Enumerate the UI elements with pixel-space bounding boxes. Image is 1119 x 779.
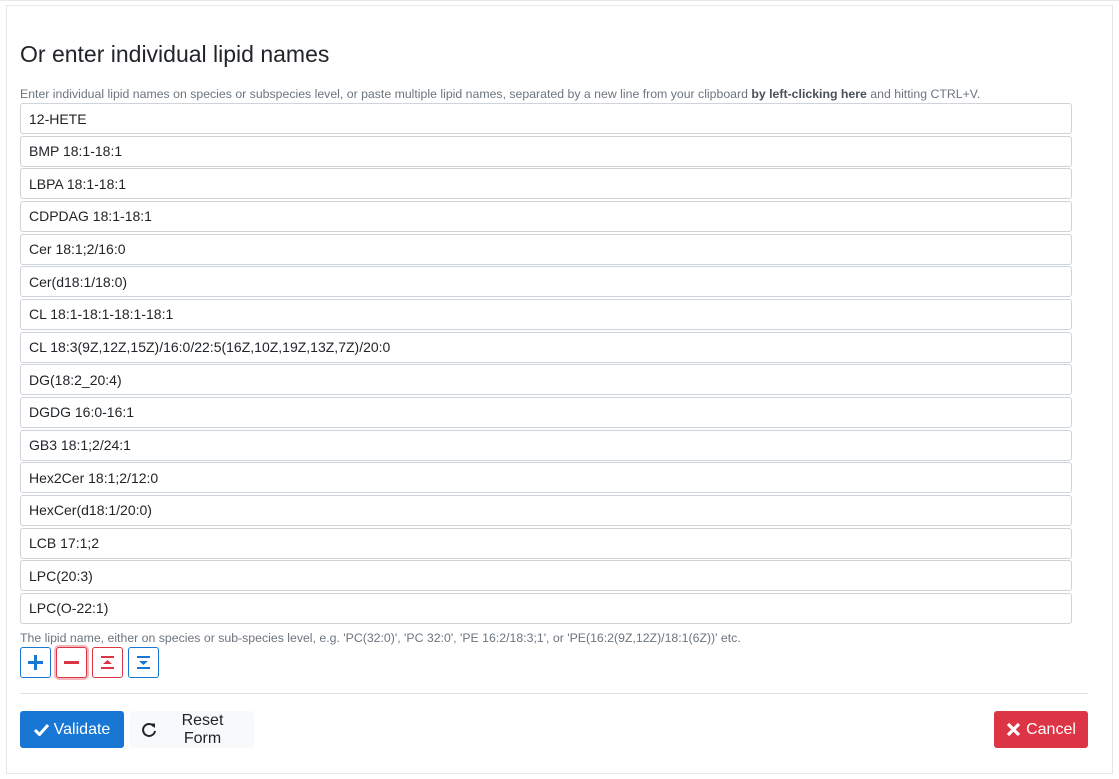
paste-link[interactable]: by left-clicking here	[751, 87, 867, 101]
lipid-input[interactable]	[20, 364, 1072, 396]
lipid-input[interactable]	[20, 233, 1072, 265]
reset-form-button[interactable]: Reset Form	[130, 711, 254, 748]
lipid-input[interactable]	[20, 200, 1072, 232]
collapse-rows-button[interactable]	[92, 647, 123, 678]
help-prefix: Enter individual lipid names on species …	[20, 87, 752, 101]
help-text: Enter individual lipid names on species …	[20, 86, 980, 102]
top-rule	[0, 0, 1119, 1]
check-icon	[33, 723, 49, 736]
lipid-input-list	[20, 103, 1072, 626]
cancel-label: Cancel	[1026, 720, 1076, 738]
close-icon	[1006, 722, 1021, 737]
lipid-input[interactable]	[20, 298, 1072, 330]
add-row-button[interactable]	[20, 647, 51, 678]
lipid-input[interactable]	[20, 168, 1072, 200]
reset-form-label: Reset Form	[181, 711, 224, 747]
remove-row-button[interactable]	[56, 647, 87, 678]
footer-divider	[20, 693, 1088, 694]
expand-rows-button[interactable]	[128, 647, 159, 678]
validate-button[interactable]: Validate	[20, 711, 124, 748]
cancel-button[interactable]: Cancel	[994, 711, 1088, 748]
lipid-input[interactable]	[20, 527, 1072, 559]
validate-label: Validate	[53, 720, 111, 738]
lipid-input[interactable]	[20, 429, 1072, 461]
plus-icon	[28, 655, 43, 670]
lipid-input[interactable]	[20, 103, 1072, 134]
lipid-input[interactable]	[20, 494, 1072, 526]
lipid-input[interactable]	[20, 396, 1072, 428]
expand-icon	[137, 656, 150, 669]
help-suffix: and hitting CTRL+V.	[866, 87, 981, 101]
refresh-icon	[141, 722, 157, 738]
lipid-input[interactable]	[20, 135, 1072, 167]
minus-icon	[64, 661, 79, 664]
lipid-input[interactable]	[20, 266, 1072, 298]
lipid-input[interactable]	[20, 462, 1072, 494]
lipid-input[interactable]	[20, 331, 1072, 363]
lipid-name-hint: The lipid name, either on species or sub…	[20, 631, 741, 645]
lipid-input[interactable]	[20, 560, 1072, 592]
lipid-input[interactable]	[20, 592, 1072, 624]
collapse-icon	[101, 656, 114, 669]
section-title: Or enter individual lipid names	[20, 41, 330, 67]
